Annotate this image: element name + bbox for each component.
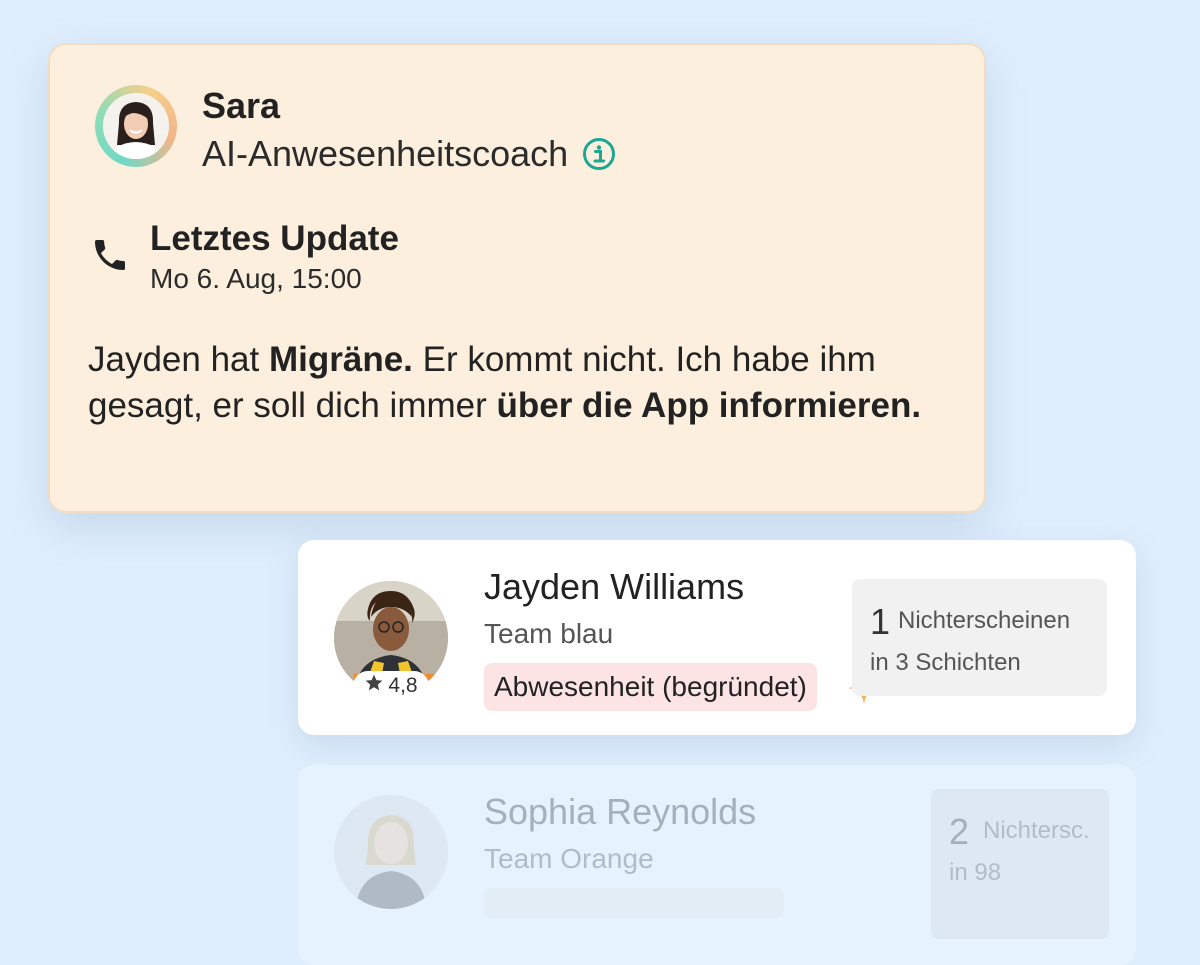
message-text-1: Jayden hat bbox=[88, 340, 269, 379]
employee-team: Team blau bbox=[484, 618, 614, 649]
coach-message: Jayden hat Migräne. Er kommt nicht. Ich … bbox=[88, 337, 948, 429]
status-badge: Abwesenheit (begründet) bbox=[484, 663, 817, 711]
no-show-shifts: in 3 Schichten bbox=[870, 649, 1021, 676]
no-show-label: Nichtersc. bbox=[983, 817, 1090, 844]
update-title: Letztes Update bbox=[150, 219, 399, 258]
rating-value: 4,8 bbox=[388, 674, 418, 697]
employee-name: Sophia Reynolds bbox=[484, 791, 757, 832]
no-show-count: 2 bbox=[949, 811, 970, 852]
status-badge bbox=[484, 888, 784, 918]
employee-name: Jayden Williams bbox=[484, 566, 745, 607]
message-bold-2: über die App informieren. bbox=[496, 386, 922, 425]
no-show-label: Nichterscheinen bbox=[898, 607, 1071, 634]
employee-card[interactable]: 4,8 Jayden Williams Team blau Abwesenhei… bbox=[298, 540, 1136, 735]
no-show-shifts: in 98 bbox=[949, 859, 1002, 886]
no-show-stats: 1 Nichterscheinen in 3 Schichten bbox=[852, 579, 1107, 696]
message-bold-1: Migräne. bbox=[268, 340, 413, 379]
employee-avatar bbox=[334, 795, 448, 909]
no-show-count: 1 bbox=[870, 601, 891, 642]
phone-icon bbox=[90, 235, 130, 275]
coach-role-label: AI-Anwesenheitscoach bbox=[202, 133, 569, 174]
coach-role: AI-Anwesenheitscoach bbox=[202, 133, 616, 175]
info-icon[interactable] bbox=[582, 137, 616, 171]
coach-name: Sara bbox=[202, 85, 281, 126]
coach-message-card: Sara AI-Anwesenheitscoach Letztes Update… bbox=[48, 43, 986, 513]
coach-avatar bbox=[95, 85, 177, 167]
employee-card[interactable]: Sophia Reynolds Team Orange 2 Nichtersc.… bbox=[298, 765, 1136, 965]
star-icon bbox=[364, 673, 384, 699]
employee-team: Team Orange bbox=[484, 843, 654, 874]
update-timestamp: Mo 6. Aug, 15:00 bbox=[150, 263, 362, 294]
no-show-stats: 2 Nichtersc. in 98 bbox=[931, 789, 1109, 939]
employee-rating: 4,8 bbox=[353, 671, 429, 701]
